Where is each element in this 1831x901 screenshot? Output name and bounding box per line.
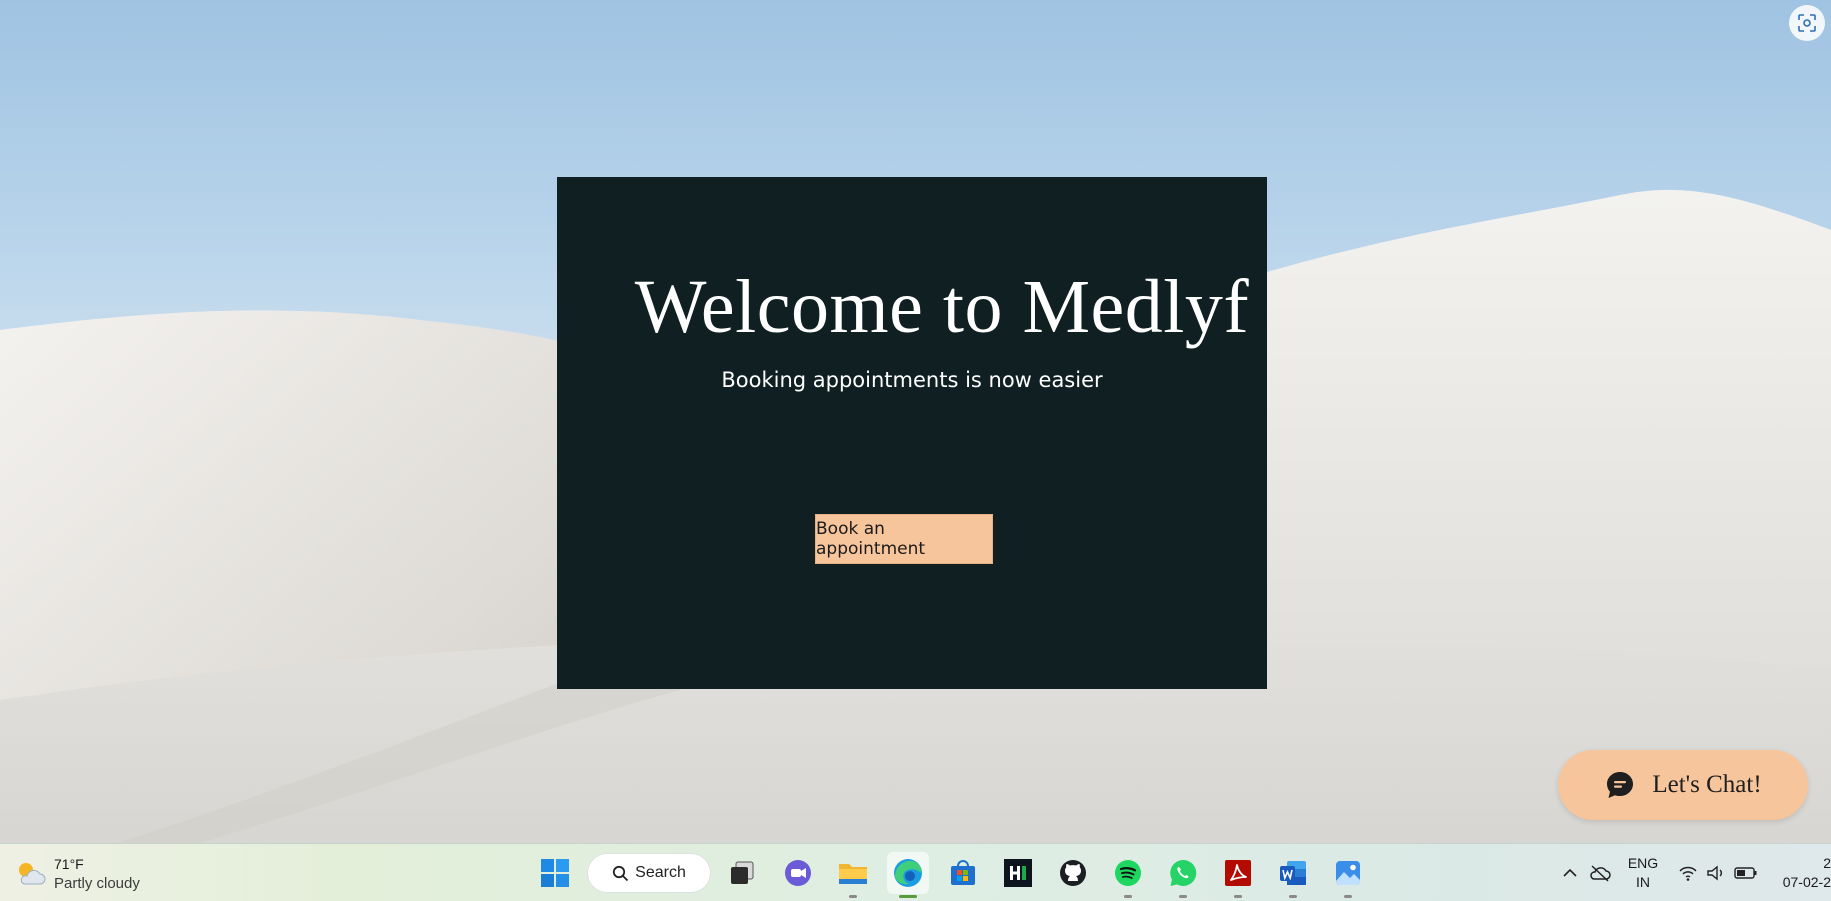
taskbar-app-acrobat[interactable] — [1217, 852, 1259, 898]
wifi-icon — [1679, 866, 1697, 881]
spotify-icon — [1115, 860, 1141, 886]
task-view-icon — [731, 861, 754, 884]
hero-title: Welcome to Medlyf — [634, 264, 1250, 349]
onedrive-status-button[interactable] — [1580, 852, 1620, 894]
task-view-button[interactable] — [721, 852, 763, 894]
search-label: Search — [635, 864, 686, 881]
video-chat-icon — [785, 860, 811, 886]
running-indicator — [1344, 895, 1352, 898]
screen-capture-icon — [1798, 14, 1816, 32]
taskbar-app-whatsapp[interactable] — [1162, 852, 1204, 898]
taskbar-app-photos[interactable] — [1327, 852, 1369, 898]
hero-subtitle: Booking appointments is now easier — [721, 368, 1103, 392]
book-appointment-button[interactable]: Book an appointment — [815, 514, 993, 564]
windows-start-icon — [541, 859, 569, 887]
clock-time: 2 — [1823, 855, 1831, 871]
running-indicator — [849, 895, 857, 898]
taskbar-clock[interactable]: 2 07-02-2 — [1768, 854, 1831, 892]
active-indicator — [899, 895, 917, 898]
weather-widget[interactable]: 71°F Partly cloudy — [14, 854, 140, 894]
cloud-offline-icon — [1590, 865, 1611, 882]
taskbar-app-word[interactable] — [1272, 852, 1314, 898]
lets-chat-button[interactable]: Let's Chat! — [1558, 750, 1808, 820]
taskbar-app-spotify[interactable] — [1107, 852, 1149, 898]
acrobat-icon — [1225, 860, 1251, 886]
taskbar-app-chat[interactable] — [777, 852, 819, 894]
taskbar-app-github[interactable] — [1052, 852, 1094, 894]
search-icon — [613, 865, 629, 881]
partly-cloudy-icon — [19, 863, 46, 885]
weather-temperature: 71°F — [54, 856, 84, 872]
taskbar-search-button[interactable]: Search — [588, 854, 710, 892]
taskbar-app-store[interactable] — [942, 852, 984, 894]
language-code: ENG — [1627, 855, 1659, 871]
taskbar-app-hackerrank[interactable] — [997, 852, 1039, 894]
running-indicator — [1289, 895, 1297, 898]
start-button[interactable] — [534, 852, 576, 894]
whatsapp-icon — [1170, 859, 1197, 886]
running-indicator — [1234, 895, 1242, 898]
keyboard-region: IN — [1636, 874, 1650, 890]
quick-settings-button[interactable] — [1668, 852, 1768, 894]
taskbar: 71°F Partly cloudy Search ENG IN 2 07-02… — [0, 843, 1831, 901]
screen-capture-button[interactable] — [1789, 5, 1825, 41]
taskbar-app-file-explorer[interactable] — [832, 852, 874, 898]
word-icon — [1280, 861, 1306, 885]
desktop: Welcome to Medlyf Booking appointments i… — [0, 0, 1831, 901]
hero-card — [557, 177, 1267, 689]
store-icon — [951, 860, 975, 885]
chevron-up-icon — [1563, 868, 1577, 877]
folder-icon — [839, 864, 867, 884]
weather-description: Partly cloudy — [54, 875, 140, 892]
running-indicator — [1179, 895, 1187, 898]
lets-chat-label: Let's Chat! — [1652, 771, 1762, 798]
battery-icon — [1734, 867, 1757, 879]
hackerrank-icon — [1004, 859, 1032, 887]
input-language-indicator[interactable]: ENG IN — [1618, 854, 1668, 892]
clock-date: 07-02-2 — [1782, 874, 1831, 890]
taskbar-app-edge[interactable] — [887, 852, 929, 898]
running-indicator — [1124, 895, 1132, 898]
volume-icon — [1707, 865, 1722, 881]
hero-title-container: Welcome to Medlyf — [557, 262, 1267, 352]
photos-icon — [1336, 861, 1360, 885]
edge-browser-icon — [894, 859, 922, 887]
github-icon — [1060, 860, 1086, 886]
chat-bubble-icon — [1607, 772, 1634, 798]
